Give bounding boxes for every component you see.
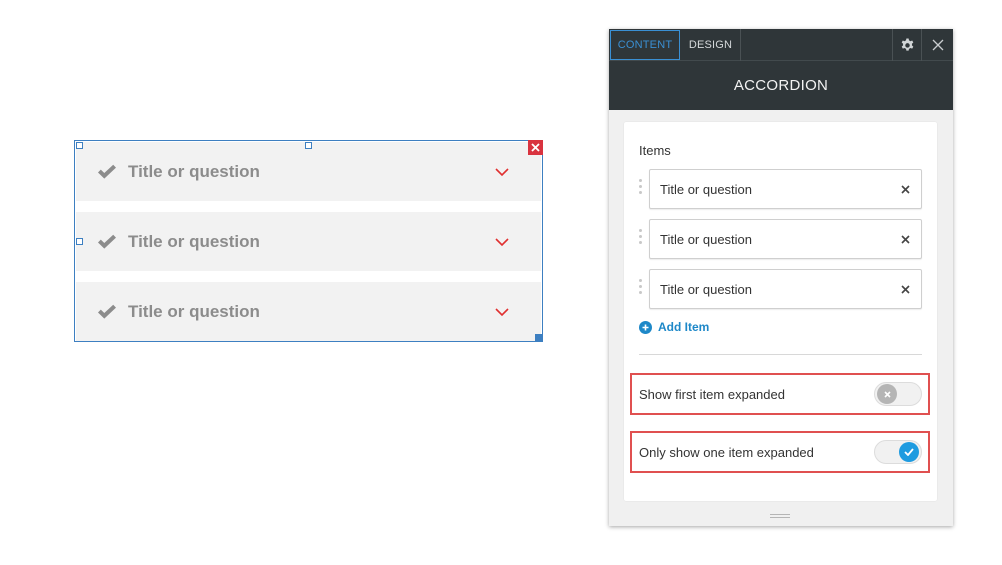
item-row: Title or question	[638, 219, 922, 259]
panel-tab-bar: CONTENT DESIGN	[609, 29, 953, 61]
chevron-down-icon[interactable]	[495, 304, 511, 320]
drag-handle-icon[interactable]	[638, 179, 643, 199]
show-first-expanded-toggle[interactable]	[874, 382, 922, 406]
panel-resize-grip[interactable]	[770, 514, 790, 520]
item-row: Title or question	[638, 169, 922, 209]
accordion-item[interactable]: Title or question	[76, 212, 541, 271]
close-icon	[932, 39, 944, 51]
checkmark-icon	[97, 231, 119, 253]
remove-item-icon[interactable]	[899, 283, 911, 295]
settings-button[interactable]	[892, 29, 922, 61]
item-title-field[interactable]: Title or question	[649, 269, 922, 309]
accordion-item[interactable]: Title or question	[76, 282, 541, 341]
plus-circle-icon	[639, 320, 652, 334]
accordion-item-title: Title or question	[128, 161, 260, 181]
option-only-one-expanded: Only show one item expanded	[630, 431, 930, 473]
option-show-first-expanded: Show first item expanded	[630, 373, 930, 415]
item-title-field[interactable]: Title or question	[649, 219, 922, 259]
accordion-item-title: Title or question	[128, 301, 260, 321]
item-title-value[interactable]: Title or question	[660, 232, 899, 247]
chevron-down-icon[interactable]	[495, 164, 511, 180]
only-one-expanded-toggle[interactable]	[874, 440, 922, 464]
close-panel-button[interactable]	[923, 29, 953, 61]
close-icon	[531, 143, 540, 152]
resize-handle-top[interactable]	[305, 142, 312, 149]
divider	[639, 354, 922, 355]
drag-handle-icon[interactable]	[638, 229, 643, 249]
item-title-field[interactable]: Title or question	[649, 169, 922, 209]
option-label: Show first item expanded	[639, 386, 785, 402]
chevron-down-icon[interactable]	[495, 234, 511, 250]
accordion-item-title: Title or question	[128, 231, 260, 251]
option-label: Only show one item expanded	[639, 444, 814, 460]
checkmark-icon	[97, 161, 119, 183]
item-title-value[interactable]: Title or question	[660, 182, 899, 197]
resize-handle-bottom-right[interactable]	[535, 334, 542, 341]
delete-widget-button[interactable]	[528, 140, 543, 155]
remove-item-icon[interactable]	[899, 183, 911, 195]
x-icon	[877, 384, 897, 404]
add-item-label: Add Item	[658, 320, 710, 334]
item-row: Title or question	[638, 269, 922, 309]
content-card: Items Title or question Title or questio…	[624, 122, 937, 501]
checkmark-icon	[97, 301, 119, 323]
settings-panel: CONTENT DESIGN ACCORDION Items Title or …	[609, 29, 953, 526]
panel-title: ACCORDION	[609, 61, 953, 110]
items-label: Items	[639, 143, 671, 158]
resize-handle-top-left[interactable]	[76, 142, 83, 149]
accordion-widget[interactable]: Title or question Title or question Titl…	[74, 140, 543, 342]
checkmark-icon	[899, 442, 919, 462]
tab-content[interactable]: CONTENT	[610, 30, 680, 60]
resize-handle-left[interactable]	[76, 238, 83, 245]
item-title-value[interactable]: Title or question	[660, 282, 899, 297]
remove-item-icon[interactable]	[899, 233, 911, 245]
add-item-button[interactable]: Add Item	[639, 320, 709, 334]
accordion-item[interactable]: Title or question	[76, 142, 541, 201]
gear-icon	[901, 37, 913, 51]
drag-handle-icon[interactable]	[638, 279, 643, 299]
tab-design[interactable]: DESIGN	[681, 29, 741, 61]
